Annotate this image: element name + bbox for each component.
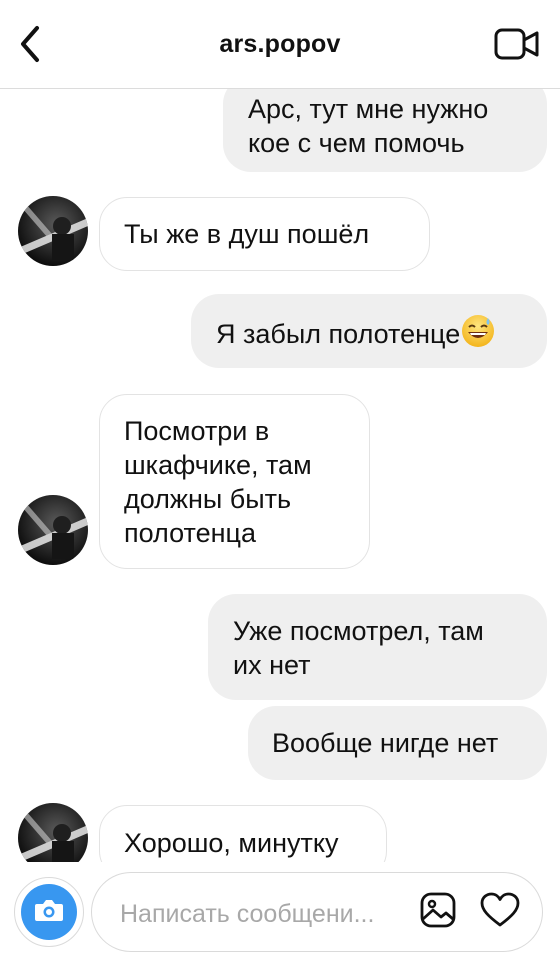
- message-line: шкафчике, там: [124, 450, 312, 480]
- message-line: Вообще нигде нет: [272, 728, 499, 758]
- camera-icon: [34, 897, 64, 928]
- chat-header: ars.popov: [0, 0, 560, 89]
- message-line: должны быть: [124, 484, 292, 514]
- message-bubble-outgoing: Уже посмотрел, там их нет: [208, 594, 547, 700]
- message-line: их нет: [233, 650, 311, 680]
- image-icon: [419, 891, 457, 934]
- video-call-button[interactable]: [494, 26, 540, 66]
- message-input[interactable]: [120, 894, 400, 934]
- message-line: Хорошо, минутку: [124, 828, 339, 858]
- message-line: Арс, тут мне нужно: [248, 94, 489, 124]
- contact-avatar[interactable]: [18, 196, 88, 266]
- grinning-face-with-sweat-icon: [461, 314, 495, 356]
- like-button[interactable]: [478, 890, 522, 934]
- message-bubble-incoming: Ты же в душ пошёл: [99, 197, 430, 271]
- chat-screen: Арс, тут мне нужно кое с чем помочь Ты ж…: [0, 0, 560, 960]
- message-line: полотенца: [124, 518, 256, 548]
- message-bubble-outgoing: Я забыл полотенце: [191, 294, 547, 368]
- contact-avatar[interactable]: [18, 495, 88, 565]
- message-line: Уже посмотрел, там: [233, 616, 484, 646]
- message-line: Я забыл полотенце: [216, 319, 461, 349]
- message-bubble-outgoing: Арс, тут мне нужно кое с чем помочь: [223, 76, 547, 172]
- video-camera-icon: [494, 27, 540, 66]
- message-bubble-incoming: Посмотри в шкафчике, там должны быть пол…: [99, 394, 370, 569]
- camera-button[interactable]: [14, 877, 84, 947]
- conversation-title[interactable]: ars.popov: [0, 30, 560, 59]
- message-line: Ты же в душ пошёл: [124, 219, 370, 249]
- gallery-button[interactable]: [418, 892, 458, 932]
- message-line: кое с чем помочь: [248, 128, 465, 158]
- message-bubble-outgoing: Вообще нигде нет: [248, 706, 547, 780]
- message-line: Посмотри в: [124, 416, 270, 446]
- heart-icon: [480, 892, 520, 933]
- camera-button-fill: [21, 884, 77, 940]
